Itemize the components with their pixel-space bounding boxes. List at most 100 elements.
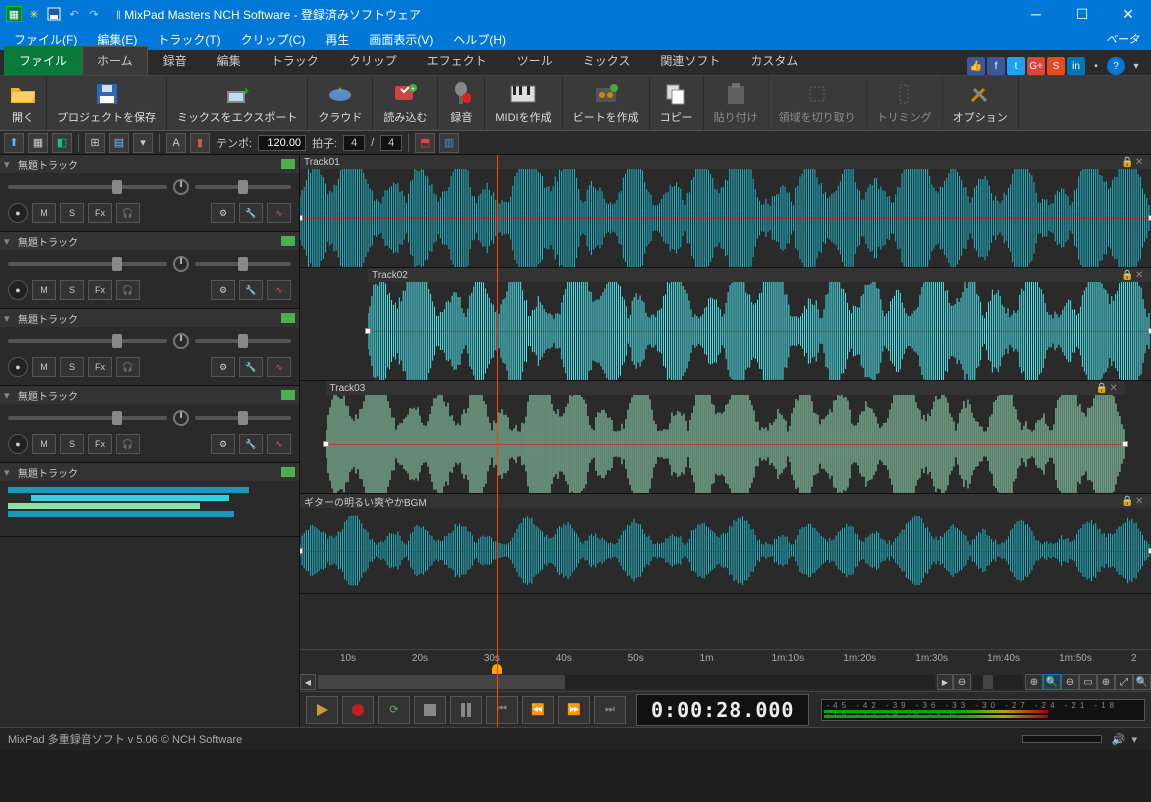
loop-button[interactable]: ⟳: [378, 696, 410, 724]
waveform[interactable]: [326, 395, 1126, 493]
help-icon[interactable]: ?: [1107, 57, 1125, 75]
undo-icon[interactable]: ↶: [66, 6, 82, 22]
pan-knob[interactable]: [173, 179, 189, 195]
tab-record[interactable]: 録音: [148, 46, 202, 75]
ribbon-midi[interactable]: MIDIを作成: [485, 76, 562, 130]
collapse-icon[interactable]: ▾: [4, 158, 14, 171]
zoom-sel[interactable]: 🔍: [1043, 674, 1061, 690]
zoom-v-out[interactable]: ⊖: [1061, 674, 1079, 690]
clip-row[interactable]: ギターの明るい爽やかBGM 🔒 ✕: [300, 494, 1151, 594]
mute-button[interactable]: M: [32, 434, 56, 454]
facebook-icon[interactable]: f: [987, 57, 1005, 75]
volume-slider[interactable]: [8, 339, 167, 343]
gain-slider[interactable]: [195, 262, 291, 266]
ribbon-copy[interactable]: コピー: [650, 76, 704, 130]
linkedin-icon[interactable]: in: [1067, 57, 1085, 75]
stop-button[interactable]: [414, 696, 446, 724]
mute-button[interactable]: M: [32, 357, 56, 377]
ribbon-load[interactable]: +読み込む: [373, 76, 438, 130]
scroll-right[interactable]: ▶: [937, 674, 953, 690]
lock-icon[interactable]: 🔒: [1121, 157, 1133, 168]
ribbon-open[interactable]: 開く: [0, 76, 47, 130]
save-icon[interactable]: [46, 6, 62, 22]
forward-button[interactable]: ⏩: [558, 696, 590, 724]
fx-button[interactable]: Fx: [88, 280, 112, 300]
route-button[interactable]: ⚙: [211, 434, 235, 454]
lock-icon[interactable]: 🔒: [1121, 270, 1133, 281]
track-enable-switch[interactable]: [281, 313, 295, 323]
record-button[interactable]: [342, 696, 374, 724]
fx-button[interactable]: Fx: [88, 357, 112, 377]
collapse-icon[interactable]: ▾: [4, 312, 14, 325]
menu-dots-icon[interactable]: •: [1087, 57, 1105, 75]
stumble-icon[interactable]: S: [1047, 57, 1065, 75]
track-header[interactable]: ▾ 無題トラック: [0, 232, 299, 250]
zoom-all[interactable]: 🔍: [1133, 674, 1151, 690]
track-enable-switch[interactable]: [281, 236, 295, 246]
rewind-button[interactable]: ⏪: [522, 696, 554, 724]
close-clip-icon[interactable]: ✕: [1135, 270, 1147, 281]
tab-edit[interactable]: 編集: [202, 46, 256, 75]
solo-button[interactable]: S: [60, 434, 84, 454]
clip-header[interactable]: Track03 🔒 ✕: [326, 381, 1126, 395]
close-clip-icon[interactable]: ✕: [1135, 157, 1147, 168]
wrench-button[interactable]: 🔧: [239, 280, 263, 300]
route-button[interactable]: ⚙: [211, 280, 235, 300]
waveform[interactable]: [300, 169, 1151, 267]
tab-tool[interactable]: ツール: [502, 46, 568, 75]
tool-6[interactable]: ▾: [133, 133, 153, 153]
automation-button[interactable]: ∿: [267, 357, 291, 377]
close-button[interactable]: ✕: [1105, 0, 1151, 28]
waveform[interactable]: [300, 508, 1151, 593]
clip-row[interactable]: Track02 🔒 ✕: [300, 268, 1151, 381]
ribbon-record[interactable]: 録音: [438, 76, 485, 130]
arm-record-button[interactable]: ●: [8, 357, 28, 377]
clip-header[interactable]: ギターの明るい爽やかBGM 🔒 ✕: [300, 494, 1151, 508]
tab-mix[interactable]: ミックス: [568, 46, 646, 75]
pan-knob[interactable]: [173, 410, 189, 426]
automation-button[interactable]: ∿: [267, 434, 291, 454]
dropdown-icon[interactable]: ▾: [1127, 57, 1145, 75]
maximize-button[interactable]: ☐: [1059, 0, 1105, 28]
solo-button[interactable]: S: [60, 280, 84, 300]
clip-row[interactable]: Track01 🔒 ✕: [300, 155, 1151, 268]
tab-track[interactable]: トラック: [256, 46, 334, 75]
solo-button[interactable]: S: [60, 203, 84, 223]
route-button[interactable]: ⚙: [211, 357, 235, 377]
route-button[interactable]: ⚙: [211, 203, 235, 223]
track-header[interactable]: ▾ 無題トラック: [0, 309, 299, 327]
mute-button[interactable]: M: [32, 203, 56, 223]
pause-button[interactable]: [450, 696, 482, 724]
zoom-slider[interactable]: [973, 675, 1023, 689]
lock-icon[interactable]: 🔒: [1121, 496, 1133, 507]
volume-slider[interactable]: [8, 185, 167, 189]
tool-2[interactable]: ▦: [28, 133, 48, 153]
track-header[interactable]: ▾ 無題トラック: [0, 155, 299, 173]
track-enable-switch[interactable]: [281, 390, 295, 400]
waveform[interactable]: [368, 282, 1151, 380]
reload-icon[interactable]: ✳: [26, 6, 42, 22]
headphone-button[interactable]: 🎧: [116, 280, 140, 300]
collapse-icon[interactable]: ▾: [4, 235, 14, 248]
zoom-in[interactable]: ⊕: [1025, 674, 1043, 690]
sig-numerator[interactable]: 4: [343, 135, 365, 151]
close-clip-icon[interactable]: ✕: [1135, 496, 1147, 507]
scroll-left[interactable]: ◀: [300, 674, 316, 690]
tracks-area[interactable]: Track01 🔒 ✕ Track02 🔒 ✕ Track03 🔒 ✕: [300, 155, 1151, 649]
gain-slider[interactable]: [195, 185, 291, 189]
tool-4[interactable]: ⊞: [85, 133, 105, 153]
track-enable-switch[interactable]: [281, 159, 295, 169]
close-clip-icon[interactable]: ✕: [1109, 383, 1121, 394]
mute-button[interactable]: M: [32, 280, 56, 300]
arm-record-button[interactable]: ●: [8, 203, 28, 223]
tab-related[interactable]: 関連ソフト: [645, 46, 735, 75]
tab-effect[interactable]: エフェクト: [412, 46, 502, 75]
zoom-fit[interactable]: ⤢: [1115, 674, 1133, 690]
zoom-out[interactable]: ⊖: [953, 674, 971, 690]
headphone-button[interactable]: 🎧: [116, 434, 140, 454]
scrollbar[interactable]: [318, 675, 935, 689]
clip-header[interactable]: Track02 🔒 ✕: [368, 268, 1151, 282]
wrench-button[interactable]: 🔧: [239, 203, 263, 223]
zoom-v-in[interactable]: ⊕: [1097, 674, 1115, 690]
pan-knob[interactable]: [173, 256, 189, 272]
